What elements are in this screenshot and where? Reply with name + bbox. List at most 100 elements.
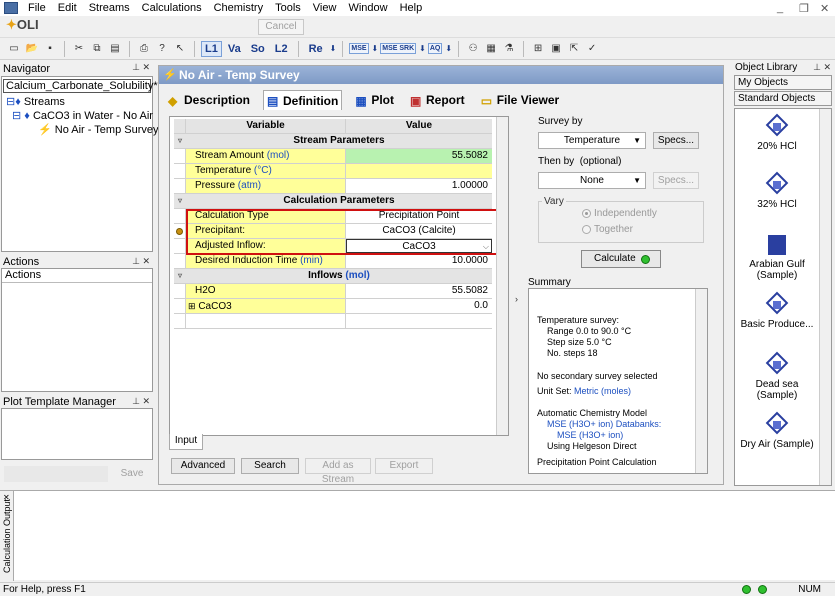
menu-window[interactable]: Window (344, 2, 395, 14)
tab-my-objects[interactable]: My Objects (734, 75, 832, 90)
tab-input[interactable]: Input (169, 434, 203, 450)
table-row[interactable]: H2O 55.5082 (174, 284, 492, 299)
open-folder-icon[interactable]: 📂 (24, 41, 40, 57)
object-item[interactable]: Arabian Gulf (Sample) (735, 233, 819, 281)
then-by-select[interactable]: None ▼ (538, 172, 646, 189)
tree-item-streams[interactable]: ⊟♦ Streams (6, 95, 65, 108)
tab-standard-objects[interactable]: Standard Objects (734, 91, 832, 106)
new-file-icon[interactable]: ▭ (6, 41, 22, 57)
table-row[interactable]: Desired Induction Time (min) 10.0000 (174, 254, 492, 269)
object-item[interactable]: 20% HCl (735, 113, 819, 152)
aq-dropdown-icon[interactable]: ⬇ (445, 44, 452, 53)
add-as-stream-button[interactable]: Add as Stream (305, 458, 371, 485)
radio-independently[interactable]: Independently (582, 208, 657, 219)
export-button[interactable]: Export (375, 458, 433, 474)
pin-close-icon[interactable]: ⊥ ✕ (132, 62, 150, 73)
ptm-pin-close-icon[interactable]: ⊥ ✕ (132, 396, 150, 407)
specs-button-secondary[interactable]: Specs... (653, 172, 699, 189)
survey-by-select[interactable]: Temperature ▼ (538, 132, 646, 149)
table-row[interactable]: Temperature (°C) (174, 164, 492, 179)
aq-button[interactable]: AQ (427, 43, 443, 54)
menu-chemistry[interactable]: Chemistry (210, 2, 272, 14)
print-icon[interactable]: ⎙ (136, 41, 152, 57)
object-item[interactable]: 32% HCl (735, 171, 819, 210)
summary-scrollbar[interactable] (695, 289, 707, 473)
pressure-value[interactable]: 1.00000 (346, 179, 492, 193)
splitter-chevron-icon[interactable]: › (515, 294, 518, 304)
object-item[interactable]: Dry Air (Sample) (735, 411, 819, 450)
copy-icon[interactable]: ⧉ (89, 41, 105, 57)
flask-icon[interactable]: ⚗ (501, 41, 517, 57)
calculation-output-side[interactable]: ✕ Calculation Output (0, 491, 14, 581)
cancel-button[interactable]: Cancel (258, 19, 304, 35)
l2-button[interactable]: L2 (271, 41, 292, 57)
restore-button[interactable]: ❐ (799, 2, 809, 15)
table-row[interactable]: ⊞ CaCO3 0.0 (174, 299, 492, 314)
section-inflows[interactable]: ▿ Inflows (mol) (174, 269, 492, 284)
paste-icon[interactable]: ▤ (107, 41, 123, 57)
chart-icon[interactable]: ▦ (483, 41, 499, 57)
save-icon[interactable]: ▪ (42, 41, 58, 57)
spellcheck-icon[interactable]: ✓ (584, 41, 600, 57)
hierarchy-icon[interactable]: ⊞ (530, 41, 546, 57)
actions-title: Actions (0, 256, 154, 268)
plot-template-field (4, 466, 108, 482)
menu-file[interactable]: File (24, 2, 54, 14)
mse-srk-dropdown-icon[interactable]: ⬇ (419, 44, 426, 53)
objlib-pin-close-icon[interactable]: ⊥ ✕ (813, 62, 831, 73)
table-row[interactable]: Stream Amount (mol) 55.5082 (174, 149, 492, 164)
app-icon[interactable] (4, 2, 18, 14)
mse-dropdown-icon[interactable]: ⬇ (372, 44, 379, 53)
advanced-button[interactable]: Advanced (171, 458, 235, 474)
close-button[interactable]: ✕ (820, 2, 829, 15)
temperature-value[interactable] (346, 164, 492, 178)
menu-view[interactable]: View (309, 2, 345, 14)
h2o-value[interactable]: 55.5082 (346, 284, 492, 298)
tab-file-viewer[interactable]: ▭ File Viewer (478, 90, 562, 110)
tab-definition[interactable]: ▤ Definition (263, 90, 343, 110)
toolbar-row-1 (0, 16, 835, 38)
tree-item-stream[interactable]: ⊟ ♦ CaCO3 in Water - No Air (12, 109, 153, 122)
menu-edit[interactable]: Edit (54, 2, 85, 14)
caco3-value[interactable]: 0.0 (346, 299, 492, 313)
l1-button[interactable]: L1 (201, 40, 222, 57)
table-row[interactable]: Pressure (atm) 1.00000 (174, 179, 492, 194)
export-icon[interactable]: ⇱ (566, 41, 582, 57)
mse-button[interactable]: MSE (349, 43, 369, 54)
mse-srk-button[interactable]: MSE SRK (380, 43, 417, 54)
cut-icon[interactable]: ✂ (71, 41, 87, 57)
section-stream-parameters[interactable]: ▿ Stream Parameters (174, 134, 492, 149)
object-item[interactable]: Dead sea (Sample) (735, 351, 819, 401)
tab-plot[interactable]: ▦ Plot (352, 90, 397, 110)
calculate-button[interactable]: Calculate (581, 250, 661, 268)
help-icon[interactable]: ? (154, 41, 170, 57)
object-list-scrollbar[interactable] (819, 109, 831, 485)
search-button[interactable]: Search (241, 458, 299, 474)
va-button[interactable]: Va (224, 41, 245, 57)
so-button[interactable]: So (247, 41, 269, 57)
navigator-selector[interactable]: Calcium_Carbonate_Solubility* (3, 79, 158, 93)
tab-report[interactable]: ▣ Report (407, 90, 468, 110)
tab-description[interactable]: ◆ Description (165, 90, 253, 110)
grid-scrollbar[interactable] (496, 117, 508, 435)
menu-streams[interactable]: Streams (85, 2, 138, 14)
binoculars-icon[interactable]: ⚇ (465, 41, 481, 57)
menu-tools[interactable]: Tools (271, 2, 309, 14)
induction-time-value[interactable]: 10.0000 (346, 254, 492, 268)
edit-image-icon[interactable]: ▣ (548, 41, 564, 57)
specs-button[interactable]: Specs... (653, 132, 699, 149)
tree-item-survey[interactable]: ⚡ No Air - Temp Survey (38, 123, 159, 136)
radio-together[interactable]: Together (582, 224, 633, 235)
stream-amount-value[interactable]: 55.5082 (346, 149, 492, 163)
table-row[interactable] (174, 314, 492, 329)
context-help-icon[interactable]: ↖ (172, 41, 188, 57)
minimize-button[interactable]: _ (777, 2, 783, 14)
re-button[interactable]: Re (305, 41, 327, 57)
menu-calculations[interactable]: Calculations (138, 2, 210, 14)
menu-help[interactable]: Help (396, 2, 431, 14)
object-item[interactable]: Basic Produce... (735, 291, 819, 330)
section-calculation-parameters[interactable]: ▿ Calculation Parameters (174, 194, 492, 209)
re-dropdown-icon[interactable]: ⬇ (330, 44, 337, 53)
actions-pin-close-icon[interactable]: ⊥ ✕ (132, 256, 150, 267)
save-button[interactable]: Save (114, 466, 150, 482)
